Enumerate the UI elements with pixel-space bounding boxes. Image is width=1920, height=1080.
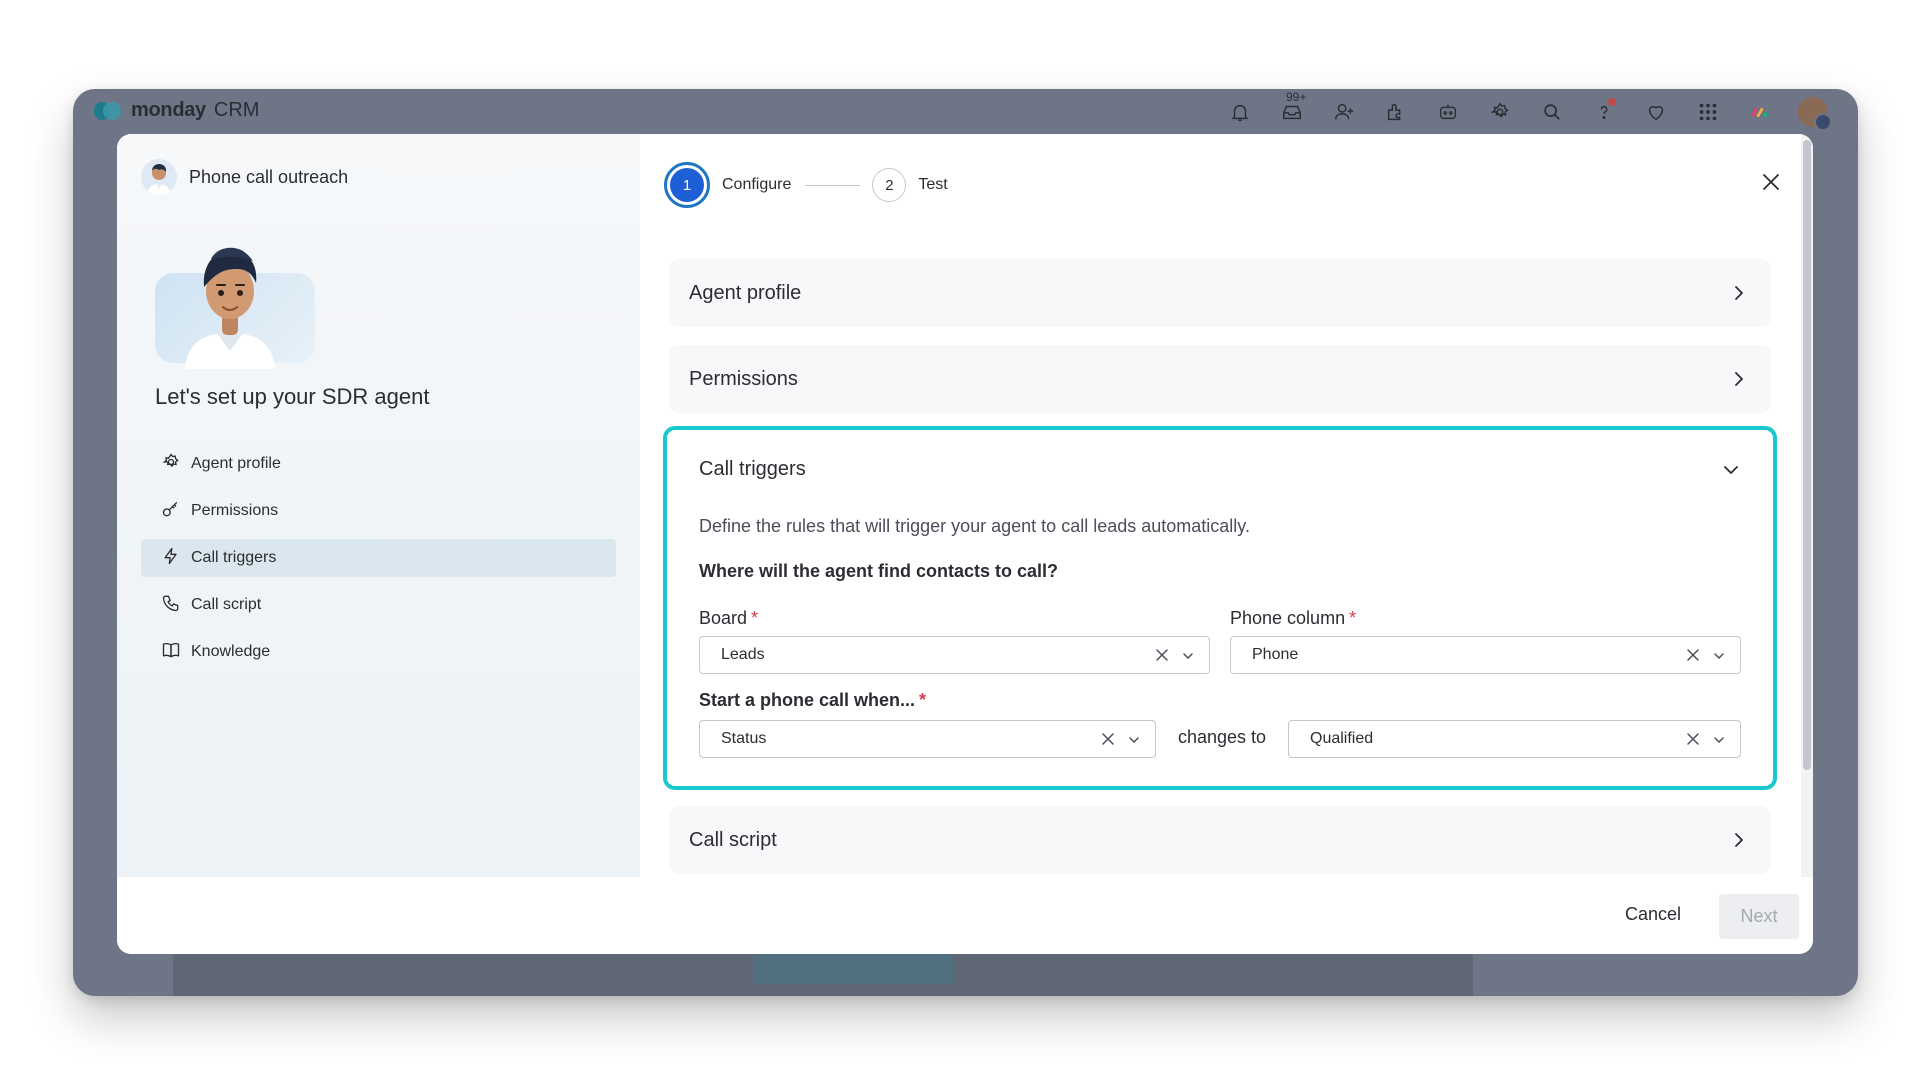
close-button[interactable] xyxy=(1759,170,1783,194)
trigger-target-value: Qualified xyxy=(1310,730,1374,747)
nav-item-label: Call triggers xyxy=(191,549,277,566)
board-select[interactable]: Leads xyxy=(699,636,1210,674)
nav-item-call-script[interactable]: Call script xyxy=(141,586,616,624)
start-call-label: Start a phone call when... * xyxy=(699,690,927,710)
phone-column-value: Phone xyxy=(1252,646,1299,663)
product-switcher-icon[interactable] xyxy=(1746,98,1774,126)
step-label: Configure xyxy=(722,176,792,193)
nav-item-label: Agent profile xyxy=(191,455,281,472)
nav-item-call-triggers[interactable]: Call triggers xyxy=(141,539,616,577)
key-icon xyxy=(161,499,181,524)
modal-footer: Cancel Next xyxy=(117,877,1813,954)
gear-icon xyxy=(161,452,181,477)
notification-dot xyxy=(1608,98,1616,106)
nav-item-agent-profile[interactable]: Agent profile xyxy=(141,445,616,483)
app-grid-icon[interactable] xyxy=(1694,98,1722,126)
nav-item-knowledge[interactable]: Knowledge xyxy=(141,633,616,671)
call-triggers-header[interactable]: Call triggers xyxy=(699,458,1741,481)
inbox-badge: 99+ xyxy=(1286,90,1307,104)
agent-header: Phone call outreach xyxy=(141,159,348,195)
trigger-value-select[interactable]: Qualified xyxy=(1288,720,1741,758)
contacts-question: Where will the agent find contacts to ca… xyxy=(699,561,1059,581)
close-icon xyxy=(1763,174,1779,190)
trigger-column-value: Status xyxy=(721,730,767,747)
step-connector xyxy=(805,184,861,186)
chevron-down-icon xyxy=(1714,653,1724,660)
clear-icon[interactable] xyxy=(1686,732,1700,746)
lightning-icon xyxy=(161,546,181,571)
step-test[interactable]: 2 Test xyxy=(872,168,948,202)
required-mark: * xyxy=(751,608,759,628)
inbox-icon[interactable]: 99+ xyxy=(1278,90,1306,126)
clear-icon[interactable] xyxy=(1101,732,1115,746)
clear-icon[interactable] xyxy=(1686,648,1700,662)
invite-user-icon[interactable] xyxy=(1330,98,1358,126)
search-icon[interactable] xyxy=(1538,98,1566,126)
chevron-right-icon xyxy=(1735,286,1743,300)
chevron-down-icon xyxy=(1714,737,1724,744)
book-icon xyxy=(161,640,181,665)
apps-icon[interactable] xyxy=(1382,98,1410,126)
section-title: Call script xyxy=(689,828,777,851)
step-label: Test xyxy=(918,176,948,193)
phone-column-select[interactable]: Phone xyxy=(1230,636,1741,674)
brand-sub: CRM xyxy=(213,99,260,121)
background-status-cell xyxy=(753,951,953,984)
right-panel: 1 Configure 2 Test Agent profile Permiss… xyxy=(640,134,1813,877)
trigger-column-select[interactable]: Status xyxy=(699,720,1156,758)
required-mark: * xyxy=(919,690,927,710)
section-title: Call triggers xyxy=(699,458,806,480)
nav-item-label: Knowledge xyxy=(191,643,271,660)
scrollbar-thumb[interactable] xyxy=(1803,140,1811,770)
cancel-button[interactable]: Cancel xyxy=(1611,894,1695,934)
call-triggers-description: Define the rules that will trigger your … xyxy=(699,516,1250,536)
brand: monday CRM xyxy=(93,99,259,122)
agent-hero-illustration xyxy=(155,229,315,369)
setup-nav: Agent profile Permissions Call triggers … xyxy=(141,445,616,680)
phone-icon xyxy=(161,593,181,618)
ai-bot-icon[interactable] xyxy=(1434,98,1462,126)
changes-to-text: changes to xyxy=(1178,727,1267,747)
chevron-down-icon xyxy=(1724,465,1738,474)
step-configure[interactable]: 1 Configure xyxy=(664,162,792,208)
chevron-right-icon xyxy=(1735,372,1743,386)
required-mark: * xyxy=(1349,608,1357,628)
chevron-down-icon xyxy=(1183,653,1193,660)
chevron-down-icon xyxy=(1129,737,1139,744)
setup-heading: Let's set up your SDR agent xyxy=(155,384,430,409)
next-button[interactable]: Next xyxy=(1719,894,1799,939)
user-avatar[interactable] xyxy=(1798,97,1832,131)
phone-column-label: Phone column * xyxy=(1230,608,1357,628)
chevron-right-icon xyxy=(1735,833,1743,847)
bell-icon[interactable] xyxy=(1226,98,1254,126)
board-label: Board * xyxy=(699,608,759,628)
help-icon[interactable] xyxy=(1590,98,1618,126)
section-agent-profile[interactable]: Agent profile xyxy=(669,259,1771,327)
section-call-script[interactable]: Call script xyxy=(669,806,1771,874)
top-icons: 99+ xyxy=(1226,90,1832,131)
nav-item-label: Call script xyxy=(191,596,262,613)
monday-logo-icon xyxy=(93,100,123,122)
top-bar: monday CRM 99+ xyxy=(73,89,1858,134)
setup-modal: Phone call outreach Let's set up your SD… xyxy=(117,134,1813,954)
section-title: Agent profile xyxy=(689,281,802,304)
nav-item-label: Permissions xyxy=(191,502,279,519)
agent-avatar-small xyxy=(141,159,177,195)
section-title: Permissions xyxy=(689,367,798,390)
settings-icon[interactable] xyxy=(1486,98,1514,126)
step-number-active: 1 xyxy=(664,162,710,208)
step-number: 2 xyxy=(872,168,907,202)
brand-name: monday xyxy=(131,99,206,121)
scrollbar[interactable] xyxy=(1801,134,1813,877)
section-permissions[interactable]: Permissions xyxy=(669,345,1771,413)
stepper: 1 Configure 2 Test xyxy=(664,162,948,208)
favorites-icon[interactable] xyxy=(1642,98,1670,126)
clear-icon[interactable] xyxy=(1155,648,1169,662)
board-value: Leads xyxy=(721,646,765,663)
section-call-triggers: Call triggers Define the rules that will… xyxy=(663,426,1777,790)
nav-item-permissions[interactable]: Permissions xyxy=(141,492,616,530)
left-panel: Phone call outreach Let's set up your SD… xyxy=(117,134,640,877)
agent-name: Phone call outreach xyxy=(189,166,349,187)
